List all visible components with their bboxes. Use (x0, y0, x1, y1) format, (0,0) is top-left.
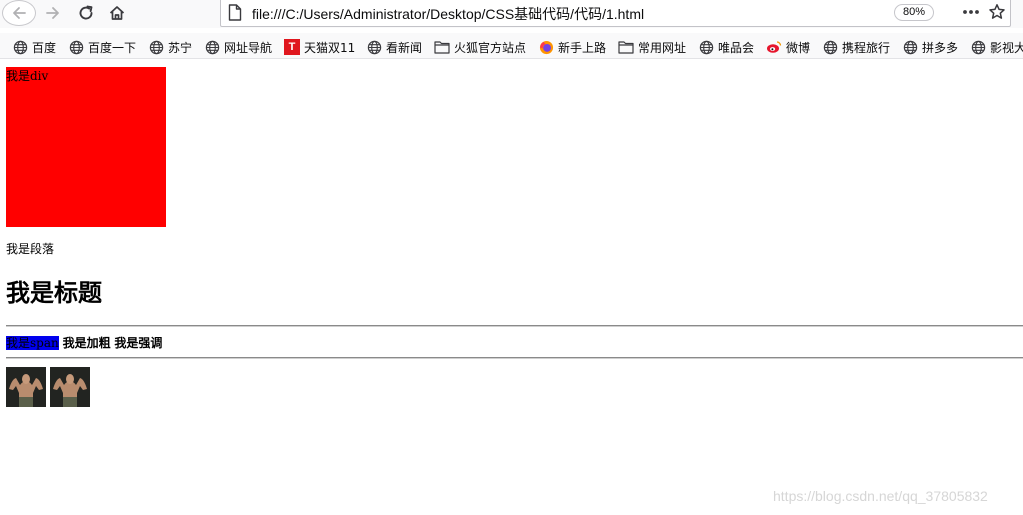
bookmarks-toolbar: 百度 百度一下 苏宁 网址导航 T 天猫双11 看新闻 火狐官方站点 新手上路 … (0, 33, 1023, 59)
globe-icon (698, 39, 714, 55)
bookmark-label: 看新闻 (386, 40, 423, 55)
folder-icon (434, 39, 450, 55)
home-icon (109, 6, 125, 20)
bookmark-item[interactable]: 百度 (12, 38, 56, 56)
bookmark-label: 苏宁 (168, 40, 193, 55)
bookmark-item[interactable]: 影视大 (970, 38, 1023, 56)
navigation-toolbar: file:///C:/Users/Administrator/Desktop/C… (0, 0, 1023, 28)
bookmark-label: 微博 (786, 40, 811, 55)
bookmark-label: 新手上路 (558, 40, 607, 55)
weibo-icon (766, 39, 782, 55)
paragraph-text: 我是段落 (6, 242, 55, 256)
bookmark-folder[interactable]: 火狐官方站点 (434, 38, 526, 56)
bookmark-item[interactable]: 苏宁 (148, 38, 192, 56)
horizontal-rule (6, 357, 1023, 359)
bookmark-label: 唯品会 (718, 40, 755, 55)
image-row (6, 367, 90, 407)
folder-icon (618, 39, 634, 55)
arrow-right-icon (46, 7, 59, 19)
address-bar[interactable]: file:///C:/Users/Administrator/Desktop/C… (220, 0, 1011, 27)
ellipsis-icon (963, 10, 979, 14)
bookmark-item[interactable]: T 天猫双11 (284, 38, 355, 56)
bookmark-label: 影视大 (990, 40, 1023, 55)
tmall-icon: T (284, 39, 300, 55)
bookmark-item[interactable]: 新手上路 (538, 38, 606, 56)
zoom-level-badge[interactable]: 80% (894, 4, 935, 21)
bookmark-item[interactable]: 拼多多 (902, 38, 958, 56)
portrait-image (6, 367, 46, 407)
blue-span-text: 我是span (6, 336, 59, 350)
firefox-icon (538, 39, 554, 55)
bookmark-item[interactable]: 唯品会 (698, 38, 754, 56)
bookmark-item[interactable]: 微博 (766, 38, 810, 56)
globe-icon (902, 39, 918, 55)
bookmark-item[interactable]: 网址导航 (204, 38, 272, 56)
page-heading: 我是标题 (6, 279, 102, 307)
bookmark-label: 火狐官方站点 (454, 40, 527, 55)
portrait-image (50, 367, 90, 407)
bookmark-label: 天猫双11 (304, 40, 356, 55)
bookmark-star-button[interactable] (987, 1, 1007, 23)
inline-elements-row: 我是span 我是加粗 我是强调 (6, 335, 162, 351)
star-icon (989, 4, 1005, 19)
bookmark-label: 拼多多 (922, 40, 959, 55)
page-icon (228, 4, 242, 25)
back-button[interactable] (2, 0, 36, 26)
page-actions-button[interactable] (961, 0, 981, 24)
bold-text: 我是加粗 (62, 336, 111, 350)
bookmark-item[interactable]: 百度一下 (68, 38, 136, 56)
reload-icon (79, 5, 93, 20)
bookmark-item[interactable]: 看新闻 (366, 38, 422, 56)
page-content: 我是div 我是段落 我是标题 我是span 我是加粗 我是强调 https:/… (0, 60, 1023, 515)
globe-icon (366, 39, 382, 55)
horizontal-rule (6, 325, 1023, 327)
red-div-box: 我是div (6, 67, 166, 227)
url-text[interactable]: file:///C:/Users/Administrator/Desktop/C… (252, 4, 644, 24)
globe-icon (148, 39, 164, 55)
forward-button[interactable] (40, 0, 66, 26)
home-button[interactable] (106, 0, 128, 26)
bookmark-label: 百度一下 (88, 40, 137, 55)
globe-icon (68, 39, 84, 55)
strong-text: 我是强调 (114, 336, 163, 350)
bookmark-label: 百度 (32, 40, 57, 55)
bookmark-folder[interactable]: 常用网址 (618, 38, 686, 56)
globe-icon (822, 39, 838, 55)
globe-icon (12, 39, 28, 55)
bookmark-item[interactable]: 携程旅行 (822, 38, 890, 56)
watermark-text: https://blog.csdn.net/qq_37805832 (773, 488, 988, 504)
globe-icon (204, 39, 220, 55)
globe-icon (970, 39, 986, 55)
reload-button[interactable] (74, 0, 98, 26)
arrow-left-icon (13, 7, 26, 19)
bookmark-label: 常用网址 (638, 40, 687, 55)
bookmark-label: 携程旅行 (842, 40, 891, 55)
div-text: 我是div (6, 69, 49, 83)
bookmark-label: 网址导航 (224, 40, 273, 55)
